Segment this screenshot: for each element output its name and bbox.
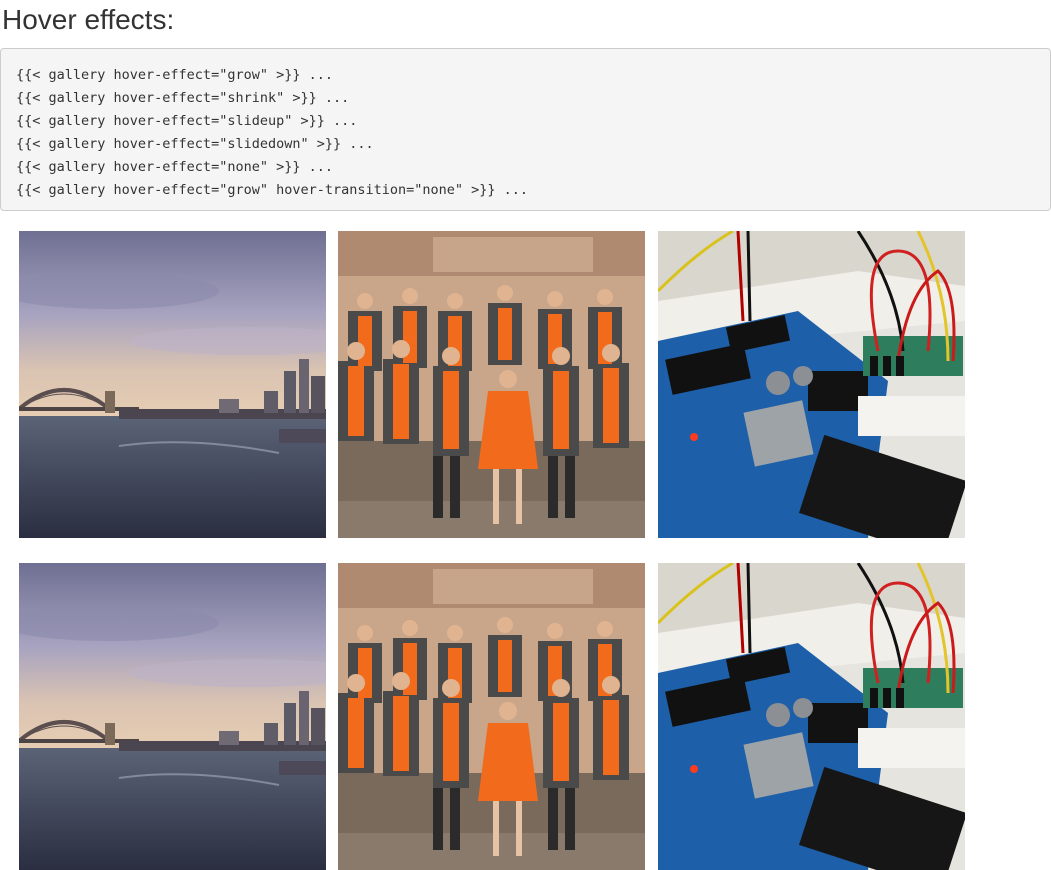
gallery-image-harbour[interactable] — [19, 231, 326, 538]
gallery-image-choir[interactable] — [338, 231, 645, 538]
gallery-image-choir[interactable] — [338, 563, 645, 870]
gallery-image-arduino[interactable] — [658, 231, 965, 538]
gallery-image-arduino[interactable] — [658, 563, 965, 870]
harbour-photo — [19, 231, 326, 538]
arduino-photo — [658, 231, 965, 538]
gallery-image-harbour[interactable] — [19, 563, 326, 870]
choir-photo — [338, 231, 645, 538]
choir-photo — [338, 563, 645, 870]
harbour-photo — [19, 563, 326, 870]
image-gallery — [0, 0, 1051, 870]
arduino-photo — [658, 563, 965, 870]
